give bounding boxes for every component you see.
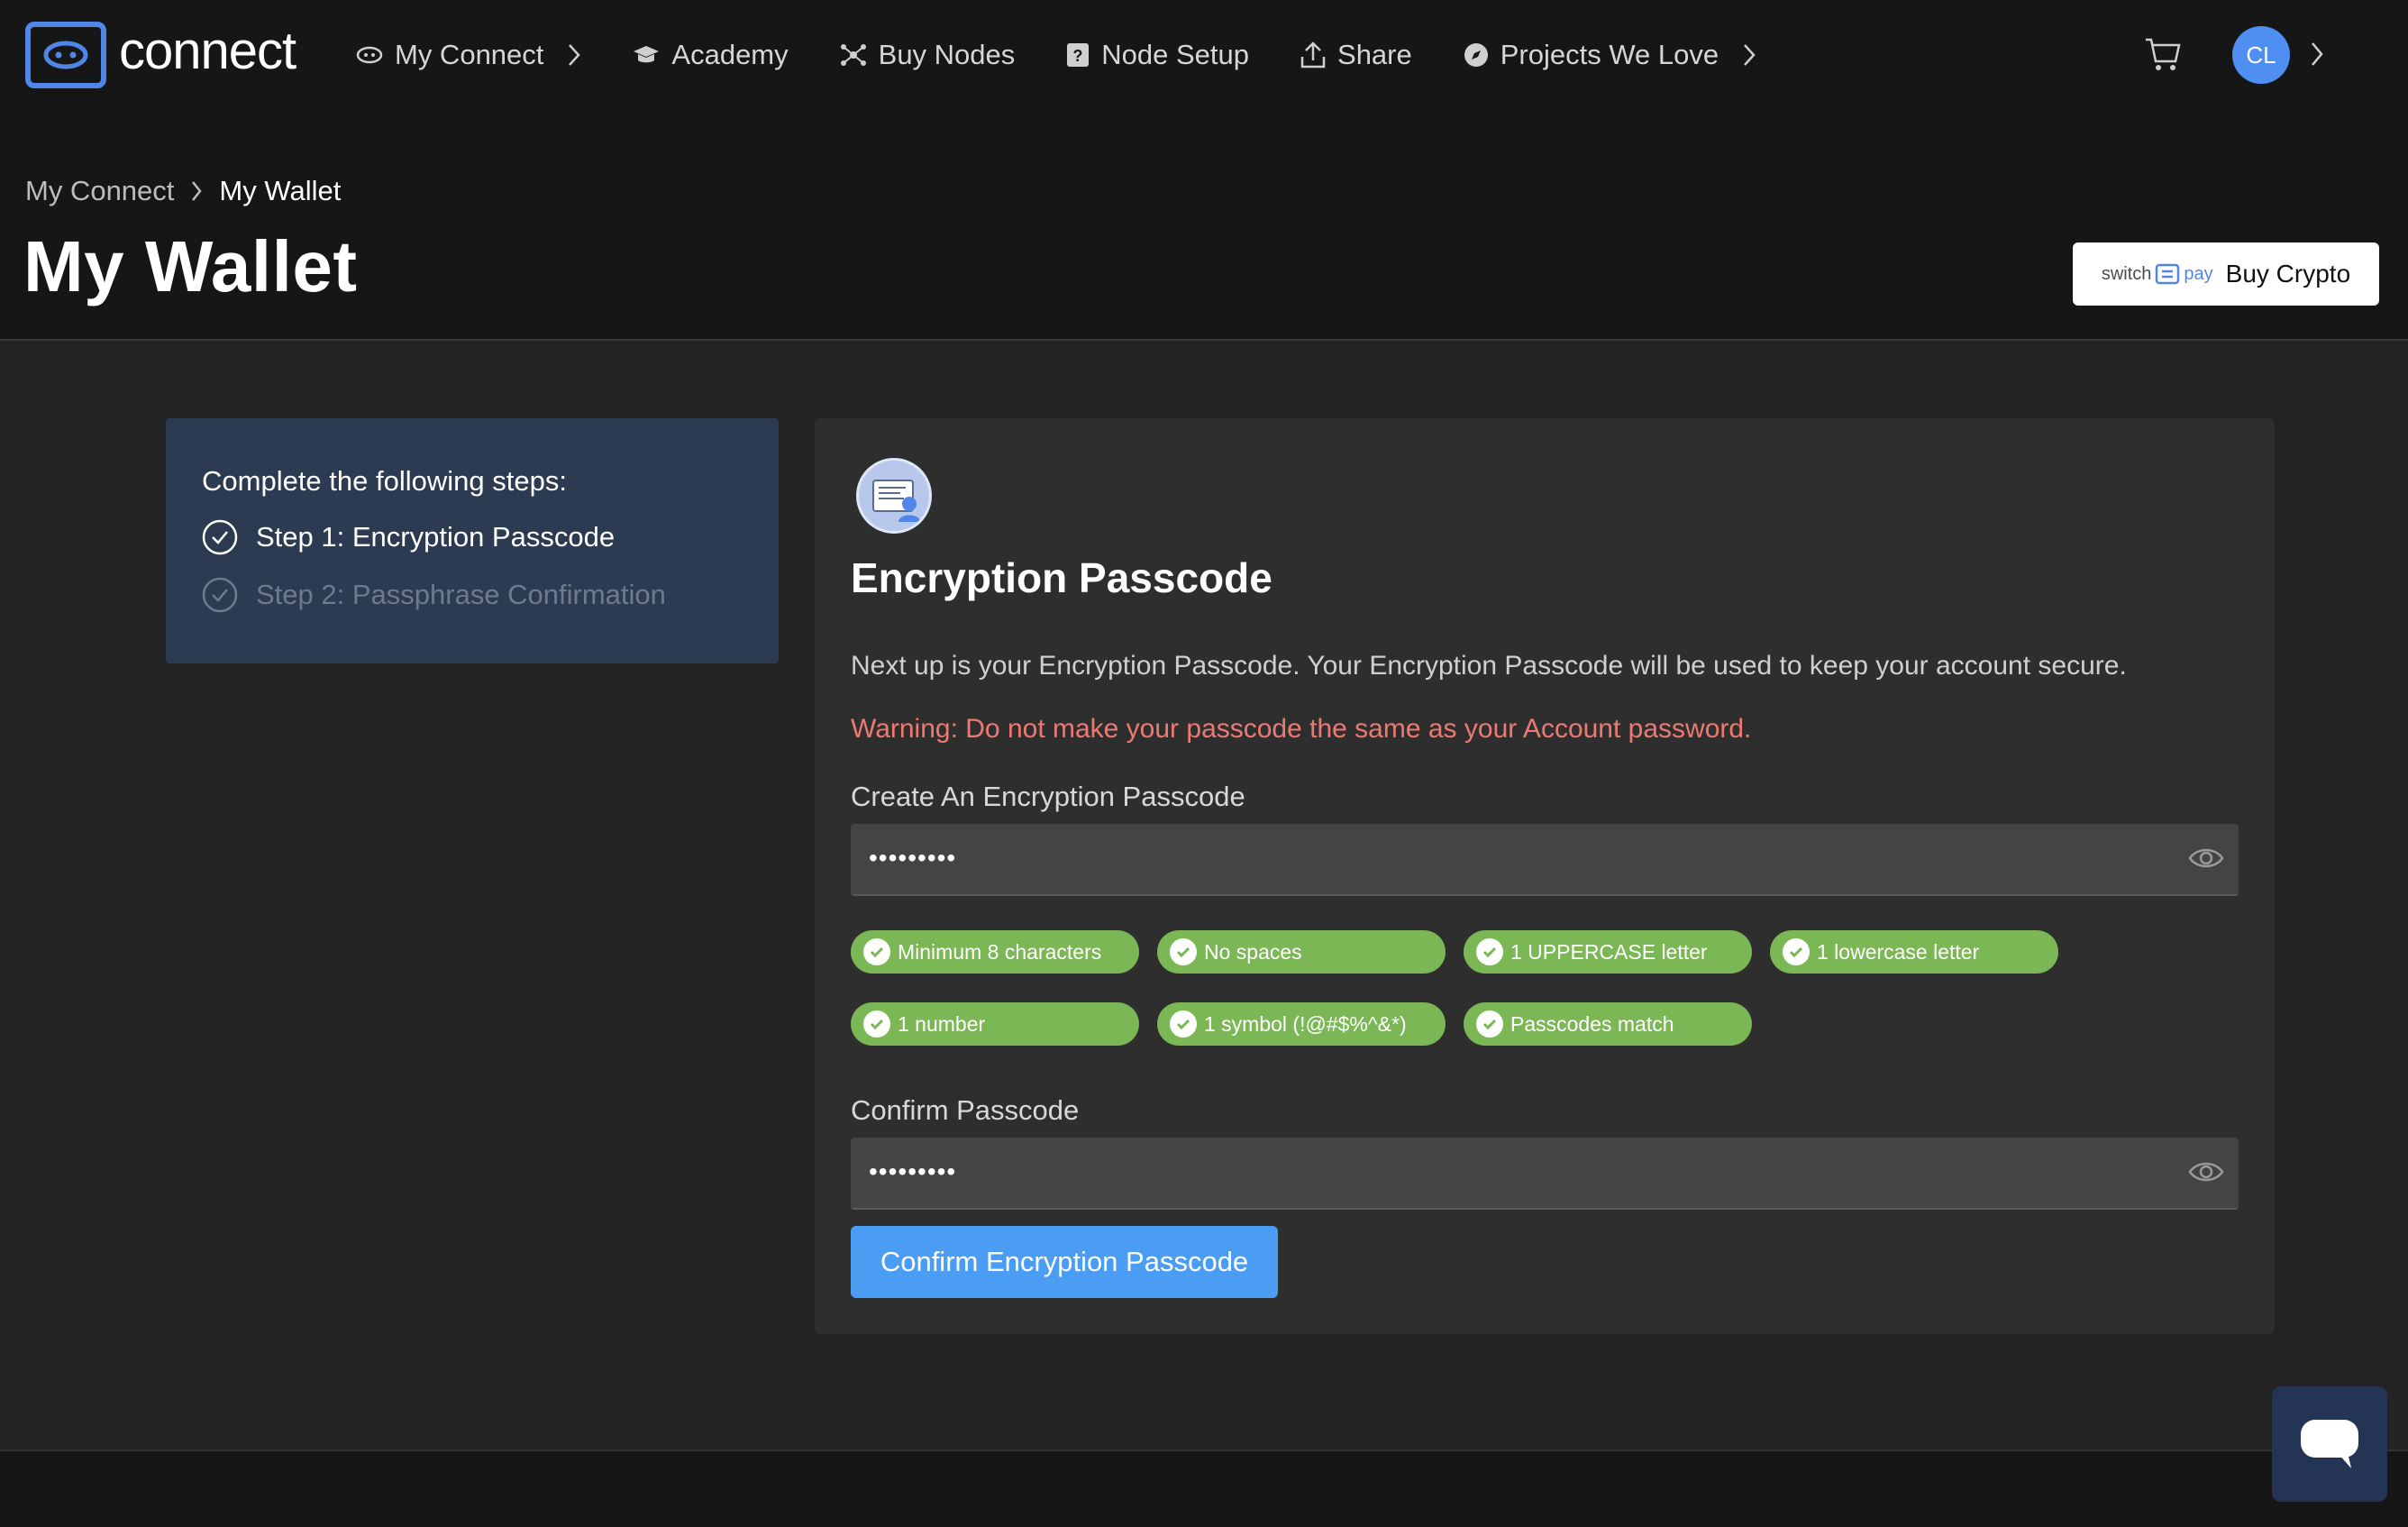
switchpay-mark-icon [2156, 263, 2180, 285]
create-passcode-label: Create An Encryption Passcode [851, 781, 1245, 812]
svg-text:?: ? [1073, 47, 1083, 65]
nav-item-share[interactable]: Share [1300, 39, 1412, 71]
card-description: Next up is your Encryption Passcode. You… [851, 651, 2127, 681]
graduation-cap-icon [634, 46, 660, 63]
confirm-passcode-input[interactable]: ••••••••• [851, 1138, 2239, 1210]
nav-item-projects-we-love[interactable]: Projects We Love [1463, 39, 1756, 71]
check-icon [863, 1010, 890, 1038]
step-item-encryption-passcode: Step 1: Encryption Passcode [202, 519, 743, 555]
check-circle-icon [202, 577, 238, 613]
compass-icon [1464, 43, 1488, 67]
page-footer [0, 1449, 2408, 1527]
buy-crypto-button[interactable]: switch pay Buy Crypto [2073, 242, 2379, 306]
requirement-number: 1 number [851, 1002, 1139, 1046]
nav-item-label: Share [1337, 39, 1412, 70]
logo-wordmark: connect [119, 22, 296, 80]
check-circle-icon [202, 519, 238, 555]
question-box-icon: ? [1067, 43, 1090, 67]
steps-heading: Complete the following steps: [202, 465, 567, 497]
nav-item-node-setup[interactable]: ? Node Setup [1065, 39, 1249, 71]
chevron-right-icon [192, 181, 203, 201]
card-title: Encryption Passcode [851, 554, 1272, 601]
requirement-label: 1 UPPERCASE letter [1510, 939, 1708, 964]
chat-launcher-button[interactable] [2272, 1386, 2387, 1502]
switchpay-logo-right: pay [2184, 263, 2213, 284]
nav-item-label: Academy [671, 39, 789, 70]
requirement-symbol: 1 symbol (!@#$%^&*) [1157, 1002, 1446, 1046]
user-avatar[interactable]: CL [2232, 26, 2290, 84]
switchpay-logo-left: switch [2101, 263, 2152, 284]
show-password-eye-icon[interactable] [2188, 844, 2224, 877]
breadcrumb: My Connect My Wallet [25, 175, 341, 207]
nav-item-buy-nodes[interactable]: Buy Nodes [839, 39, 1016, 71]
check-icon [863, 938, 890, 965]
confirm-passcode-label: Confirm Passcode [851, 1094, 1080, 1126]
page-title: My Wallet [23, 226, 358, 306]
page-header: My Connect My Wallet My Wallet switch pa… [0, 110, 2408, 341]
requirement-label: 1 lowercase letter [1817, 939, 1980, 964]
check-icon [1476, 938, 1503, 965]
nodes-icon [840, 44, 866, 66]
nav-item-academy[interactable]: Academy [632, 39, 789, 71]
requirement-label: 1 number [898, 1011, 986, 1036]
step-label: Step 2: Passphrase Confirmation [256, 579, 666, 610]
create-passcode-input[interactable]: ••••••••• [851, 824, 2239, 896]
nav-item-my-connect[interactable]: My Connect [355, 39, 581, 71]
encryption-passcode-card: Encryption Passcode Next up is your Encr… [815, 418, 2275, 1334]
step-item-passphrase-confirmation: Step 2: Passphrase Confirmation [202, 577, 743, 613]
requirement-passcodes-match: Passcodes match [1464, 1002, 1752, 1046]
connect-logo[interactable]: connect [25, 22, 296, 88]
nav-item-label: Node Setup [1101, 39, 1250, 70]
nav-item-label: Projects We Love [1500, 39, 1719, 70]
nav-item-label: Buy Nodes [878, 39, 1016, 70]
steps-panel: Complete the following steps: Step 1: En… [166, 418, 779, 663]
requirement-label: 1 symbol (!@#$%^&*) [1204, 1011, 1407, 1036]
logo-eye-icon [25, 22, 106, 88]
breadcrumb-current: My Wallet [219, 175, 342, 206]
requirement-label: Minimum 8 characters [898, 939, 1102, 964]
share-upload-icon [1300, 41, 1326, 69]
cart-icon[interactable] [2143, 34, 2183, 78]
check-icon [1783, 938, 1810, 965]
top-navbar: connect My Connect Academy Buy Nodes ? N… [0, 0, 2408, 110]
confirm-encryption-passcode-button[interactable]: Confirm Encryption Passcode [851, 1226, 1278, 1298]
chevron-right-icon[interactable] [2310, 41, 2324, 72]
requirement-label: Passcodes match [1510, 1011, 1674, 1036]
buy-crypto-label: Buy Crypto [2225, 260, 2351, 288]
requirement-no-spaces: No spaces [1157, 930, 1446, 974]
chevron-right-icon [569, 44, 581, 66]
eye-icon [356, 46, 383, 64]
check-icon [1170, 938, 1197, 965]
show-password-eye-icon[interactable] [2188, 1157, 2224, 1191]
requirement-uppercase: 1 UPPERCASE letter [1464, 930, 1752, 974]
chevron-right-icon [1744, 44, 1756, 66]
nav-item-label: My Connect [395, 39, 544, 70]
passcode-illustration-icon [856, 458, 932, 534]
step-label: Step 1: Encryption Passcode [256, 521, 616, 553]
create-passcode-value: ••••••••• [869, 844, 957, 872]
switchpay-logo: switch pay [2102, 263, 2213, 285]
check-icon [1476, 1010, 1503, 1038]
requirement-label: No spaces [1204, 939, 1302, 964]
main-nav: My Connect Academy Buy Nodes ? Node Setu… [355, 0, 1807, 110]
confirm-passcode-value: ••••••••• [869, 1157, 957, 1185]
requirement-min-length: Minimum 8 characters [851, 930, 1139, 974]
chat-bubble-icon [2301, 1420, 2358, 1468]
check-icon [1170, 1010, 1197, 1038]
breadcrumb-link-my-connect[interactable]: My Connect [25, 175, 174, 207]
warning-text: Warning: Do not make your passcode the s… [851, 714, 1752, 744]
requirement-lowercase: 1 lowercase letter [1770, 930, 2058, 974]
